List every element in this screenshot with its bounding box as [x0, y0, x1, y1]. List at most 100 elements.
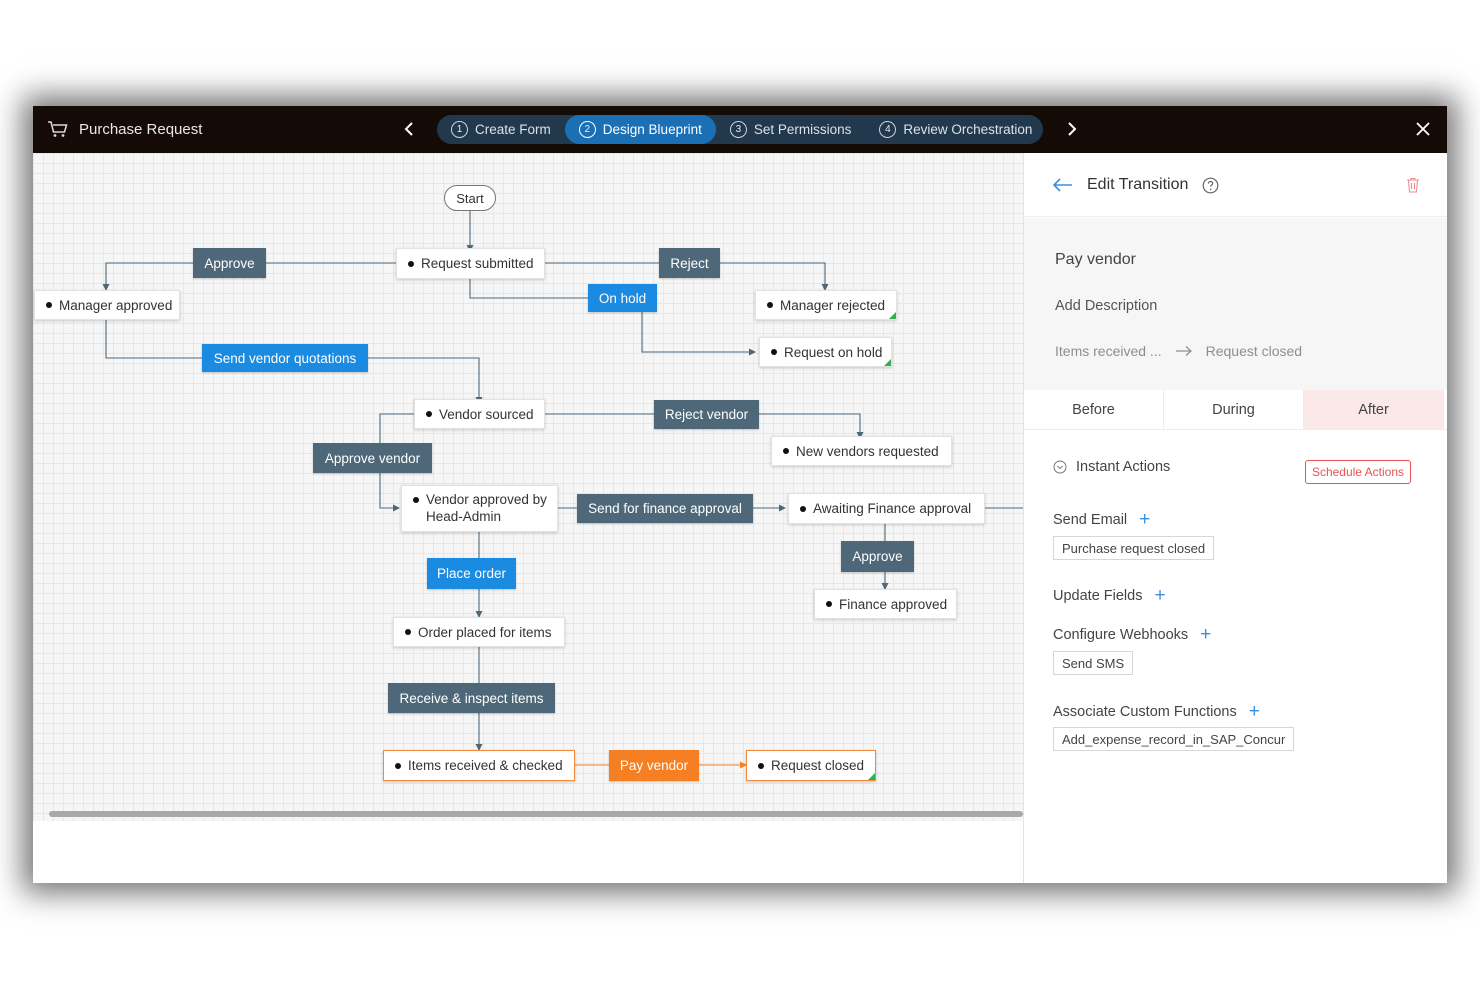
state-awaiting-finance-approval[interactable]: Awaiting Finance approval [788, 493, 985, 524]
help-icon [1202, 177, 1219, 194]
transition-reject-vendor[interactable]: Reject vendor [654, 400, 759, 429]
send-email-label: Send Email [1053, 512, 1128, 528]
step-label: Set Permissions [753, 122, 852, 137]
step-review-orchestration[interactable]: 4 Review Orchestration [865, 115, 1046, 144]
transition-place-order[interactable]: Place order [427, 558, 516, 589]
plus-icon[interactable]: + [1200, 625, 1211, 644]
state-vendor-approved[interactable]: Vendor approved by Head-Admin [401, 485, 558, 532]
state-items-received-checked[interactable]: Items received & checked [383, 750, 575, 781]
step-number: 2 [578, 121, 596, 138]
transition-approve-vendor[interactable]: Approve vendor [313, 443, 432, 473]
state-new-vendors-requested[interactable]: New vendors requested [771, 436, 952, 466]
to-state: Request closed [1205, 343, 1303, 359]
state-dot [826, 601, 832, 607]
step-set-permissions[interactable]: 3 Set Permissions [716, 115, 866, 144]
transition-on-hold[interactable]: On hold [588, 284, 657, 312]
transition-send-vendor-quotations[interactable]: Send vendor quotations [202, 344, 368, 372]
state-label: Awaiting Finance approval [813, 501, 972, 516]
instant-actions-toggle[interactable]: Instant Actions [1053, 459, 1170, 475]
app-title: Purchase Request [47, 120, 202, 138]
stepper: 1 Create Form 2 Design Blueprint 3 Set P… [437, 115, 1043, 144]
transition-reject[interactable]: Reject [659, 248, 720, 278]
help-button[interactable] [1202, 177, 1219, 194]
transition-approve-finance[interactable]: Approve [841, 541, 914, 572]
state-dot [767, 302, 773, 308]
state-dot [426, 411, 432, 417]
step-create-form[interactable]: 1 Create Form [437, 115, 565, 144]
state-request-on-hold[interactable]: Request on hold [759, 337, 892, 367]
step-design-blueprint[interactable]: 2 Design Blueprint [564, 115, 716, 144]
state-label: Finance approved [839, 596, 948, 612]
transition-approve[interactable]: Approve [193, 248, 266, 278]
plus-icon[interactable]: + [1154, 586, 1165, 605]
transition-name[interactable]: Pay vendor [1055, 251, 1136, 269]
state-label: Manager approved [59, 297, 173, 313]
update-fields-label: Update Fields [1053, 588, 1143, 604]
edit-transition-panel: Edit Transition Pay vendor Add Descripti… [1023, 153, 1447, 883]
step-label: Design Blueprint [602, 122, 702, 137]
back-button[interactable] [1052, 177, 1074, 193]
schedule-actions-button[interactable]: Schedule Actions [1304, 460, 1411, 484]
step-number: 1 [451, 121, 468, 138]
transition-pay-vendor[interactable]: Pay vendor [609, 750, 699, 781]
trash-icon [1407, 177, 1419, 193]
custom-functions-label: Associate Custom Functions [1053, 704, 1237, 720]
state-request-submitted[interactable]: Request submitted [396, 248, 545, 279]
horizontal-scrollbar[interactable] [49, 811, 1023, 817]
chevron-left-icon [404, 122, 413, 136]
start-node[interactable]: Start [444, 185, 496, 211]
panel-header: Edit Transition [1024, 153, 1447, 217]
add-description-link[interactable]: Add Description [1055, 298, 1157, 314]
state-dot [408, 260, 414, 267]
close-button[interactable] [1411, 117, 1435, 141]
custom-function-chip[interactable]: Add_expense_record_in_SAP_Concur [1053, 727, 1295, 751]
state-manager-approved[interactable]: Manager approved [34, 290, 180, 320]
webhook-chip[interactable]: Send SMS [1053, 651, 1134, 675]
tab-after[interactable]: After [1304, 390, 1444, 430]
state-order-placed[interactable]: Order placed for items [393, 617, 565, 647]
chevron-right-icon [1068, 122, 1077, 136]
email-chip[interactable]: Purchase request closed [1053, 536, 1215, 560]
state-label: Request on hold [784, 344, 883, 360]
tab-during[interactable]: During [1164, 390, 1304, 430]
prev-step-button[interactable] [397, 116, 423, 142]
state-dot [771, 349, 777, 355]
transition-info: Pay vendor Add Description Items receive… [1024, 218, 1447, 390]
state-dot [405, 629, 411, 635]
state-label: Vendor approved by Head-Admin [426, 492, 547, 524]
configure-webhooks-label: Configure Webhooks [1053, 627, 1189, 643]
state-dot [46, 302, 52, 308]
step-label: Create Form [475, 122, 551, 137]
custom-functions-section: Associate Custom Functions + [1053, 702, 1260, 721]
configure-webhooks-section: Configure Webhooks + [1053, 625, 1211, 644]
transition-receive-inspect-items[interactable]: Receive & inspect items [388, 683, 555, 713]
transition-send-for-finance-approval[interactable]: Send for finance approval [577, 494, 753, 523]
state-label: Request submitted [421, 256, 534, 271]
canvas-footer [33, 821, 1023, 883]
plus-icon[interactable]: + [1139, 510, 1150, 529]
plus-icon[interactable]: + [1249, 702, 1260, 721]
state-label: Vendor sourced [439, 406, 534, 422]
app-title-text: Purchase Request [79, 120, 203, 138]
state-dot [758, 762, 764, 769]
state-label: New vendors requested [796, 443, 939, 459]
tab-before[interactable]: Before [1024, 390, 1164, 430]
state-manager-rejected[interactable]: Manager rejected [755, 290, 897, 320]
transition-tabs: Before During After [1024, 390, 1447, 430]
state-dot [395, 762, 401, 769]
state-dot [413, 497, 419, 503]
state-vendor-sourced[interactable]: Vendor sourced [414, 399, 545, 429]
top-bar: Purchase Request 1 Create Form 2 Design … [33, 106, 1447, 153]
next-step-button[interactable] [1058, 116, 1084, 142]
step-label: Review Orchestration [903, 122, 1033, 137]
close-icon [1416, 122, 1430, 136]
state-dot [783, 448, 789, 454]
state-label: Items received & checked [408, 758, 563, 773]
state-finance-approved[interactable]: Finance approved [814, 589, 957, 619]
state-label: Request closed [771, 758, 865, 773]
delete-transition-button[interactable] [1406, 177, 1420, 193]
blueprint-canvas[interactable]: Start Request submitted Manager approved… [33, 153, 1023, 883]
state-dot [800, 505, 806, 512]
state-request-closed[interactable]: Request closed [746, 750, 876, 781]
transition-path: Items received ... Request closed [1055, 343, 1302, 359]
